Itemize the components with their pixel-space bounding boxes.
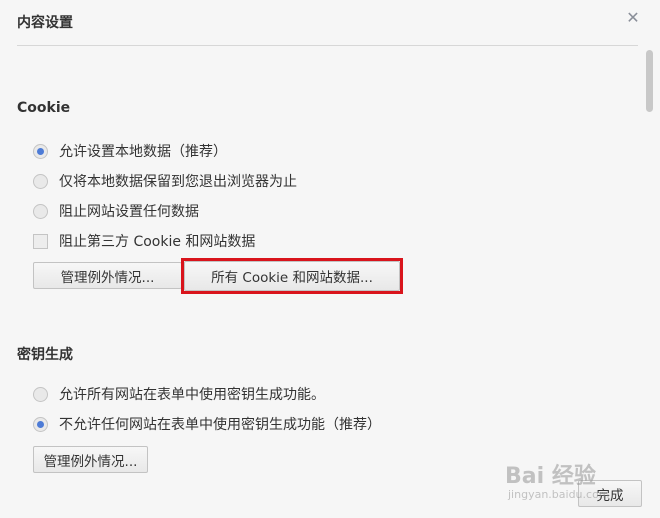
keygen-option-label: 不允许任何网站在表单中使用密钥生成功能（推荐） xyxy=(59,417,381,433)
cookie-option-label: 阻止网站设置任何数据 xyxy=(59,204,199,220)
keygen-option-label: 允许所有网站在表单中使用密钥生成功能。 xyxy=(59,387,325,403)
radio-button[interactable] xyxy=(33,173,48,189)
watermark-url: jingyan.baidu.com xyxy=(508,488,610,501)
content-settings-dialog: 内容设置 ✕ Cookie 允许设置本地数据（推荐） 仅将本地数据保留到您退出浏… xyxy=(0,0,660,518)
radio-button-selected[interactable] xyxy=(33,143,48,159)
checkbox[interactable] xyxy=(33,233,48,249)
cookie-option-block[interactable]: 阻止网站设置任何数据 xyxy=(33,201,199,221)
keygen-manage-exceptions-button[interactable]: 管理例外情况... xyxy=(33,446,148,473)
cookie-option-block-third-party[interactable]: 阻止第三方 Cookie 和网站数据 xyxy=(33,231,255,251)
title-divider xyxy=(17,45,638,46)
scrollbar-track[interactable] xyxy=(646,46,654,518)
cookie-option-allow[interactable]: 允许设置本地数据（推荐） xyxy=(33,141,227,161)
keygen-option-allow[interactable]: 允许所有网站在表单中使用密钥生成功能。 xyxy=(33,384,325,404)
close-icon[interactable]: ✕ xyxy=(624,9,642,27)
keygen-option-block[interactable]: 不允许任何网站在表单中使用密钥生成功能（推荐） xyxy=(33,414,381,434)
highlight-box xyxy=(181,258,403,294)
cookie-section-title: Cookie xyxy=(17,100,71,116)
cookie-option-session-only[interactable]: 仅将本地数据保留到您退出浏览器为止 xyxy=(33,171,297,191)
radio-button[interactable] xyxy=(33,203,48,219)
cookie-option-label: 阻止第三方 Cookie 和网站数据 xyxy=(59,234,256,250)
keygen-section-title: 密钥生成 xyxy=(17,347,73,363)
radio-button-selected[interactable] xyxy=(33,416,48,432)
cookie-option-label: 仅将本地数据保留到您退出浏览器为止 xyxy=(59,174,297,190)
scrollbar-thumb[interactable] xyxy=(646,50,653,112)
dialog-title: 内容设置 xyxy=(17,15,73,31)
cookie-manage-exceptions-button[interactable]: 管理例外情况... xyxy=(33,262,182,289)
radio-button[interactable] xyxy=(33,386,48,402)
cookie-option-label: 允许设置本地数据（推荐） xyxy=(59,144,227,160)
watermark-logo: Bai 经验 xyxy=(505,464,596,489)
